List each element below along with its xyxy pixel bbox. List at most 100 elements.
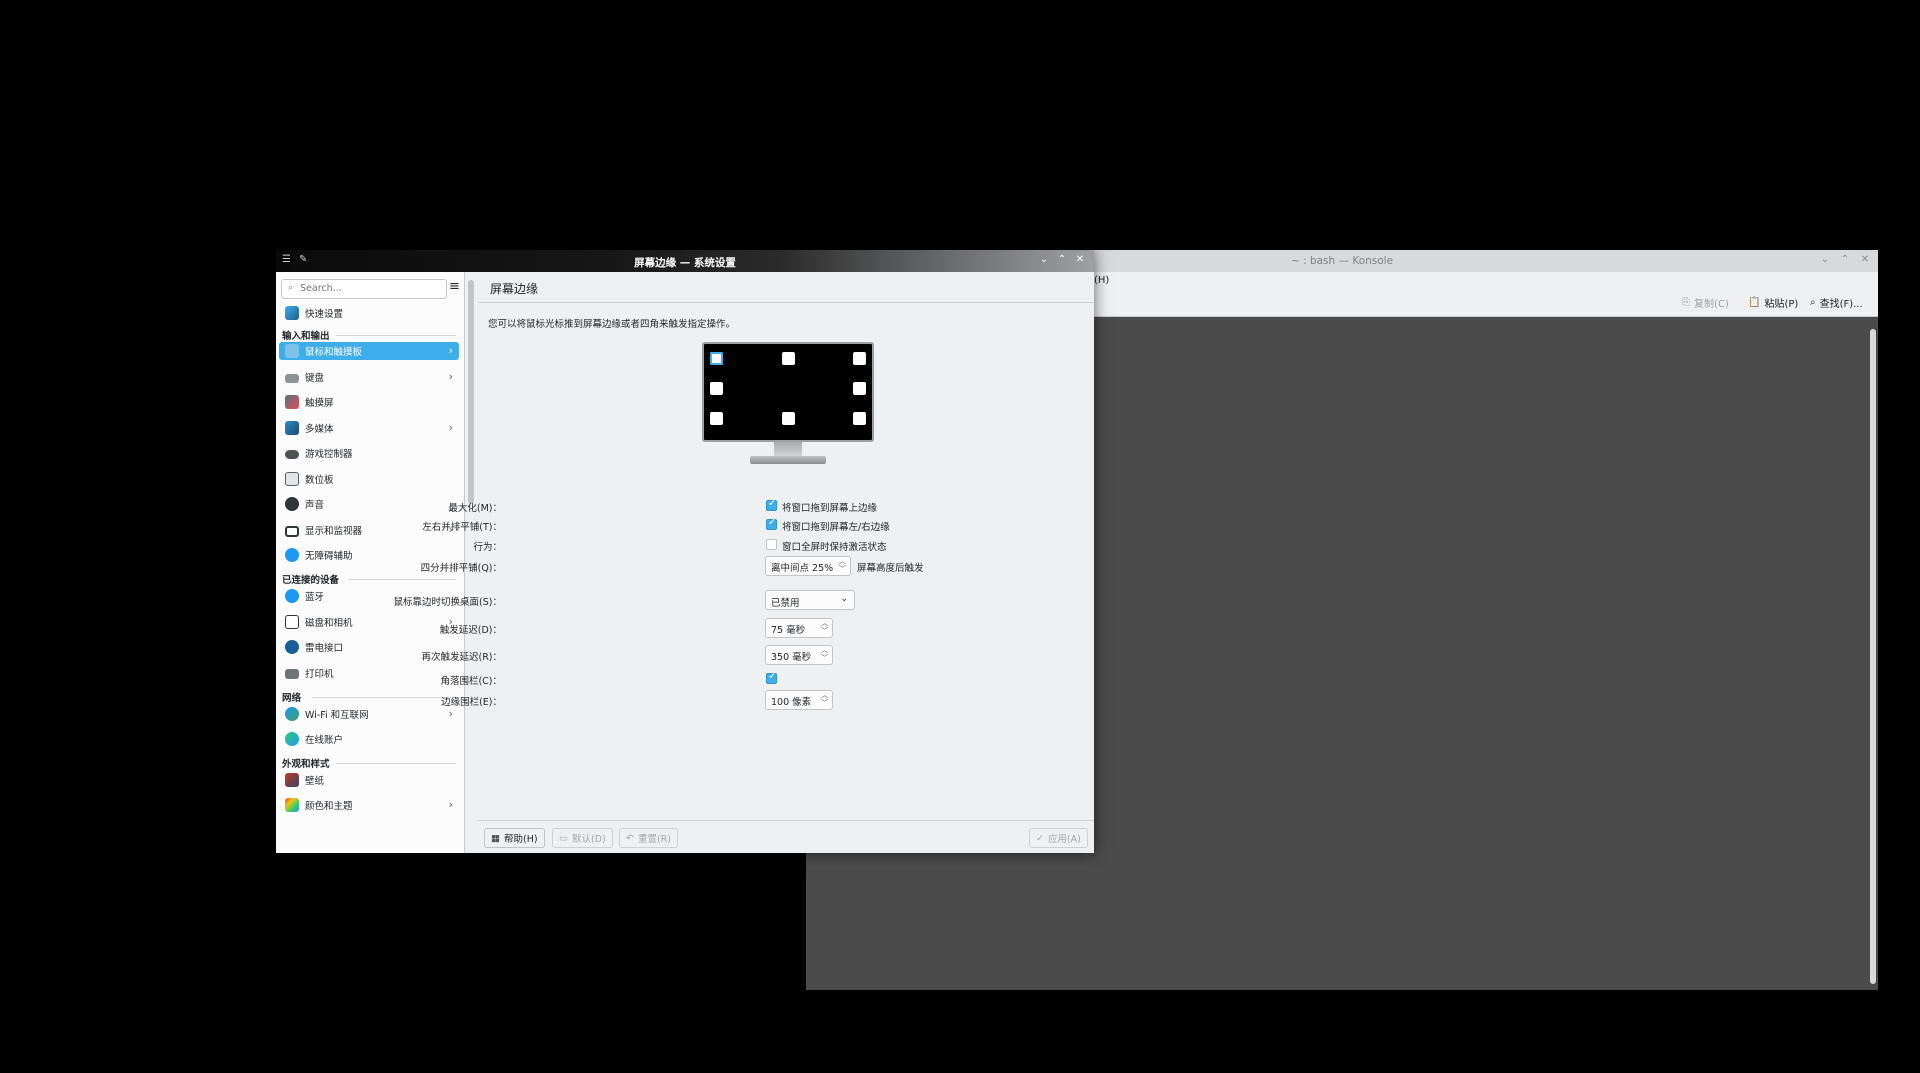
sidebar-category-appearance: 外观和样式: [282, 759, 330, 770]
edge-barrier-spinbox[interactable]: 100 像素 ︿ ﹀: [765, 690, 833, 710]
monitor-screen: [702, 342, 874, 442]
quarter-spinbox[interactable]: 离中间点 25% ︿ ﹀: [765, 556, 851, 576]
edge-top[interactable]: [782, 352, 795, 365]
sidebar-item-label: 壁纸: [305, 776, 325, 787]
corner-top-left[interactable]: [710, 352, 723, 365]
behavior-row: 行为： 窗口全屏时保持激活状态: [473, 536, 1094, 554]
sidebar-item-wallpaper[interactable]: 壁纸: [279, 771, 459, 789]
close-icon[interactable]: ✕: [1074, 253, 1086, 267]
corner-barrier-label: 角落围栏(C)：: [440, 676, 502, 687]
sidebar-item-mouse[interactable]: 鼠标和触摸板 ›: [279, 342, 459, 360]
corner-barrier-checkbox[interactable]: [766, 671, 777, 684]
multimedia-icon: [285, 421, 299, 435]
minimize-icon[interactable]: ⌄: [1038, 253, 1050, 267]
spin-arrows-icon[interactable]: ︿ ﹀: [821, 691, 828, 707]
footer-bar: ▦ 帮助(H) ▭ 默认(D) ↶ 重置(R) ✓ 应用(A): [478, 820, 1094, 853]
reset-button[interactable]: ↶ 重置(R): [619, 828, 678, 848]
divider: [348, 579, 456, 580]
find-button[interactable]: ⌕ 查找(F)...: [1810, 295, 1863, 310]
sidebar-item-quick-settings[interactable]: 快速设置: [279, 304, 459, 322]
sidebar-category-network: 网络: [282, 693, 302, 704]
settings-titlebar[interactable]: ☰ ✎ 屏幕边缘 — 系统设置 ⌄ ⌃ ✕: [276, 250, 1094, 272]
tile-text[interactable]: 将窗口拖到屏幕左/右边缘: [782, 519, 890, 533]
accessibility-icon: [285, 548, 299, 562]
sidebar-item-multimedia[interactable]: 多媒体 ›: [279, 419, 459, 437]
page-header: 屏幕边缘: [478, 272, 1094, 303]
sidebar-item-label: 颜色和主题: [305, 801, 353, 812]
behavior-text[interactable]: 窗口全屏时保持激活状态: [782, 539, 887, 553]
chevron-right-icon: ›: [448, 421, 453, 434]
maximize-text[interactable]: 将窗口拖到屏幕上边缘: [782, 500, 877, 514]
check-icon: ✓: [1036, 832, 1044, 844]
spin-arrows-icon[interactable]: ︿ ﹀: [821, 646, 828, 662]
sidebar-item-tablet[interactable]: 数位板: [279, 470, 459, 488]
tile-checkbox[interactable]: [766, 517, 777, 530]
sidebar-item-game-controller[interactable]: 游戏控制器: [279, 444, 459, 462]
paste-icon: 📋: [1748, 297, 1761, 308]
document-icon: ▭: [559, 832, 568, 844]
maximize-checkbox[interactable]: [766, 498, 777, 511]
maximize-icon[interactable]: ⌃: [1056, 253, 1068, 267]
switch-desktop-row: 鼠标靠边时切换桌面(S)： 已禁用 ⌄: [394, 590, 1094, 610]
maximize-icon[interactable]: ⌃: [1838, 253, 1852, 267]
delay-spinbox[interactable]: 75 毫秒 ︿ ﹀: [765, 618, 833, 638]
sidebar-item-touchscreen[interactable]: 触摸屏: [279, 393, 459, 411]
chevron-right-icon: ›: [448, 344, 453, 357]
content-pane: 屏幕边缘 您可以将鼠标光标推到屏幕边缘或者四角来触发指定操作。 最大化(M)： …: [394, 272, 1094, 853]
undo-icon: ↶: [626, 832, 634, 844]
corner-bottom-left[interactable]: [710, 412, 723, 425]
corner-barrier-row: 角落围栏(C)：: [440, 670, 1094, 688]
chevron-right-icon: ›: [448, 370, 453, 383]
quick-settings-icon: [285, 306, 299, 320]
help-icon: ▦: [491, 832, 500, 844]
sidebar-item-label: 游戏控制器: [305, 449, 353, 460]
mouse-icon: [285, 344, 299, 358]
system-settings-window[interactable]: ☰ ✎ 屏幕边缘 — 系统设置 ⌄ ⌃ ✕ ⌕ ≡ 快速设置 输入和输出 鼠标和…: [276, 250, 1094, 853]
retrigger-spinbox[interactable]: 350 毫秒 ︿ ﹀: [765, 645, 833, 665]
quarter-after-text: 屏幕高度后触发: [857, 563, 924, 574]
disk-icon: [285, 615, 299, 629]
wallpaper-icon: [285, 773, 299, 787]
tile-label: 左右并排平铺(T)：: [422, 522, 502, 533]
help-button[interactable]: ▦ 帮助(H): [484, 828, 545, 848]
monitor-base: [750, 456, 826, 464]
divider: [336, 763, 456, 764]
sidebar-item-colors-themes[interactable]: 颜色和主题 ›: [279, 796, 459, 814]
search-input[interactable]: [300, 281, 440, 295]
search-field[interactable]: ⌕: [281, 279, 447, 299]
switch-desktop-value: 已禁用: [771, 598, 800, 609]
switch-desktop-combobox[interactable]: 已禁用 ⌄: [765, 590, 855, 610]
sidebar-item-online-accounts[interactable]: 在线账户: [279, 730, 459, 748]
apply-button[interactable]: ✓ 应用(A): [1029, 828, 1088, 848]
delay-row: 触发延迟(D)： 75 毫秒 ︿ ﹀: [440, 618, 1094, 638]
sidebar-item-label: 键盘: [305, 373, 325, 384]
edge-right[interactable]: [853, 382, 866, 395]
edge-bottom[interactable]: [782, 412, 795, 425]
sidebar-item-label: 鼠标和触摸板: [305, 347, 363, 358]
edge-barrier-label: 边缘围栏(E)：: [441, 697, 502, 708]
spin-arrows-icon[interactable]: ︿ ﹀: [839, 557, 846, 573]
quarter-label: 四分并排平铺(Q)：: [420, 563, 502, 574]
paste-button[interactable]: 📋 粘贴(P): [1748, 295, 1798, 310]
delay-label: 触发延迟(D)：: [439, 625, 502, 636]
copy-button[interactable]: ⎘ 复制(C): [1682, 295, 1729, 310]
maximize-row: 最大化(M)： 将窗口拖到屏幕上边缘: [448, 497, 1094, 515]
hamburger-menu-icon[interactable]: ≡: [449, 280, 461, 293]
sidebar-item-label: 数位板: [305, 475, 334, 486]
close-icon[interactable]: ✕: [1858, 253, 1872, 267]
sidebar-item-label: Wi-Fi 和互联网: [305, 710, 369, 721]
terminal-scrollbar[interactable]: [1870, 329, 1876, 984]
defaults-button[interactable]: ▭ 默认(D): [552, 828, 613, 848]
defaults-label: 默认(D): [571, 834, 606, 845]
sidebar-item-label: 在线账户: [305, 735, 344, 746]
corner-bottom-right[interactable]: [853, 412, 866, 425]
spin-arrows-icon[interactable]: ︿ ﹀: [821, 619, 828, 635]
minimize-icon[interactable]: ⌄: [1818, 253, 1832, 267]
edge-left[interactable]: [710, 382, 723, 395]
menu-help[interactable]: (H): [1094, 275, 1109, 286]
bluetooth-icon: [285, 589, 299, 603]
sidebar-scrollbar[interactable]: [468, 280, 474, 504]
corner-top-right[interactable]: [853, 352, 866, 365]
behavior-checkbox[interactable]: [766, 539, 777, 550]
sidebar-item-keyboard[interactable]: 键盘 ›: [279, 368, 459, 386]
